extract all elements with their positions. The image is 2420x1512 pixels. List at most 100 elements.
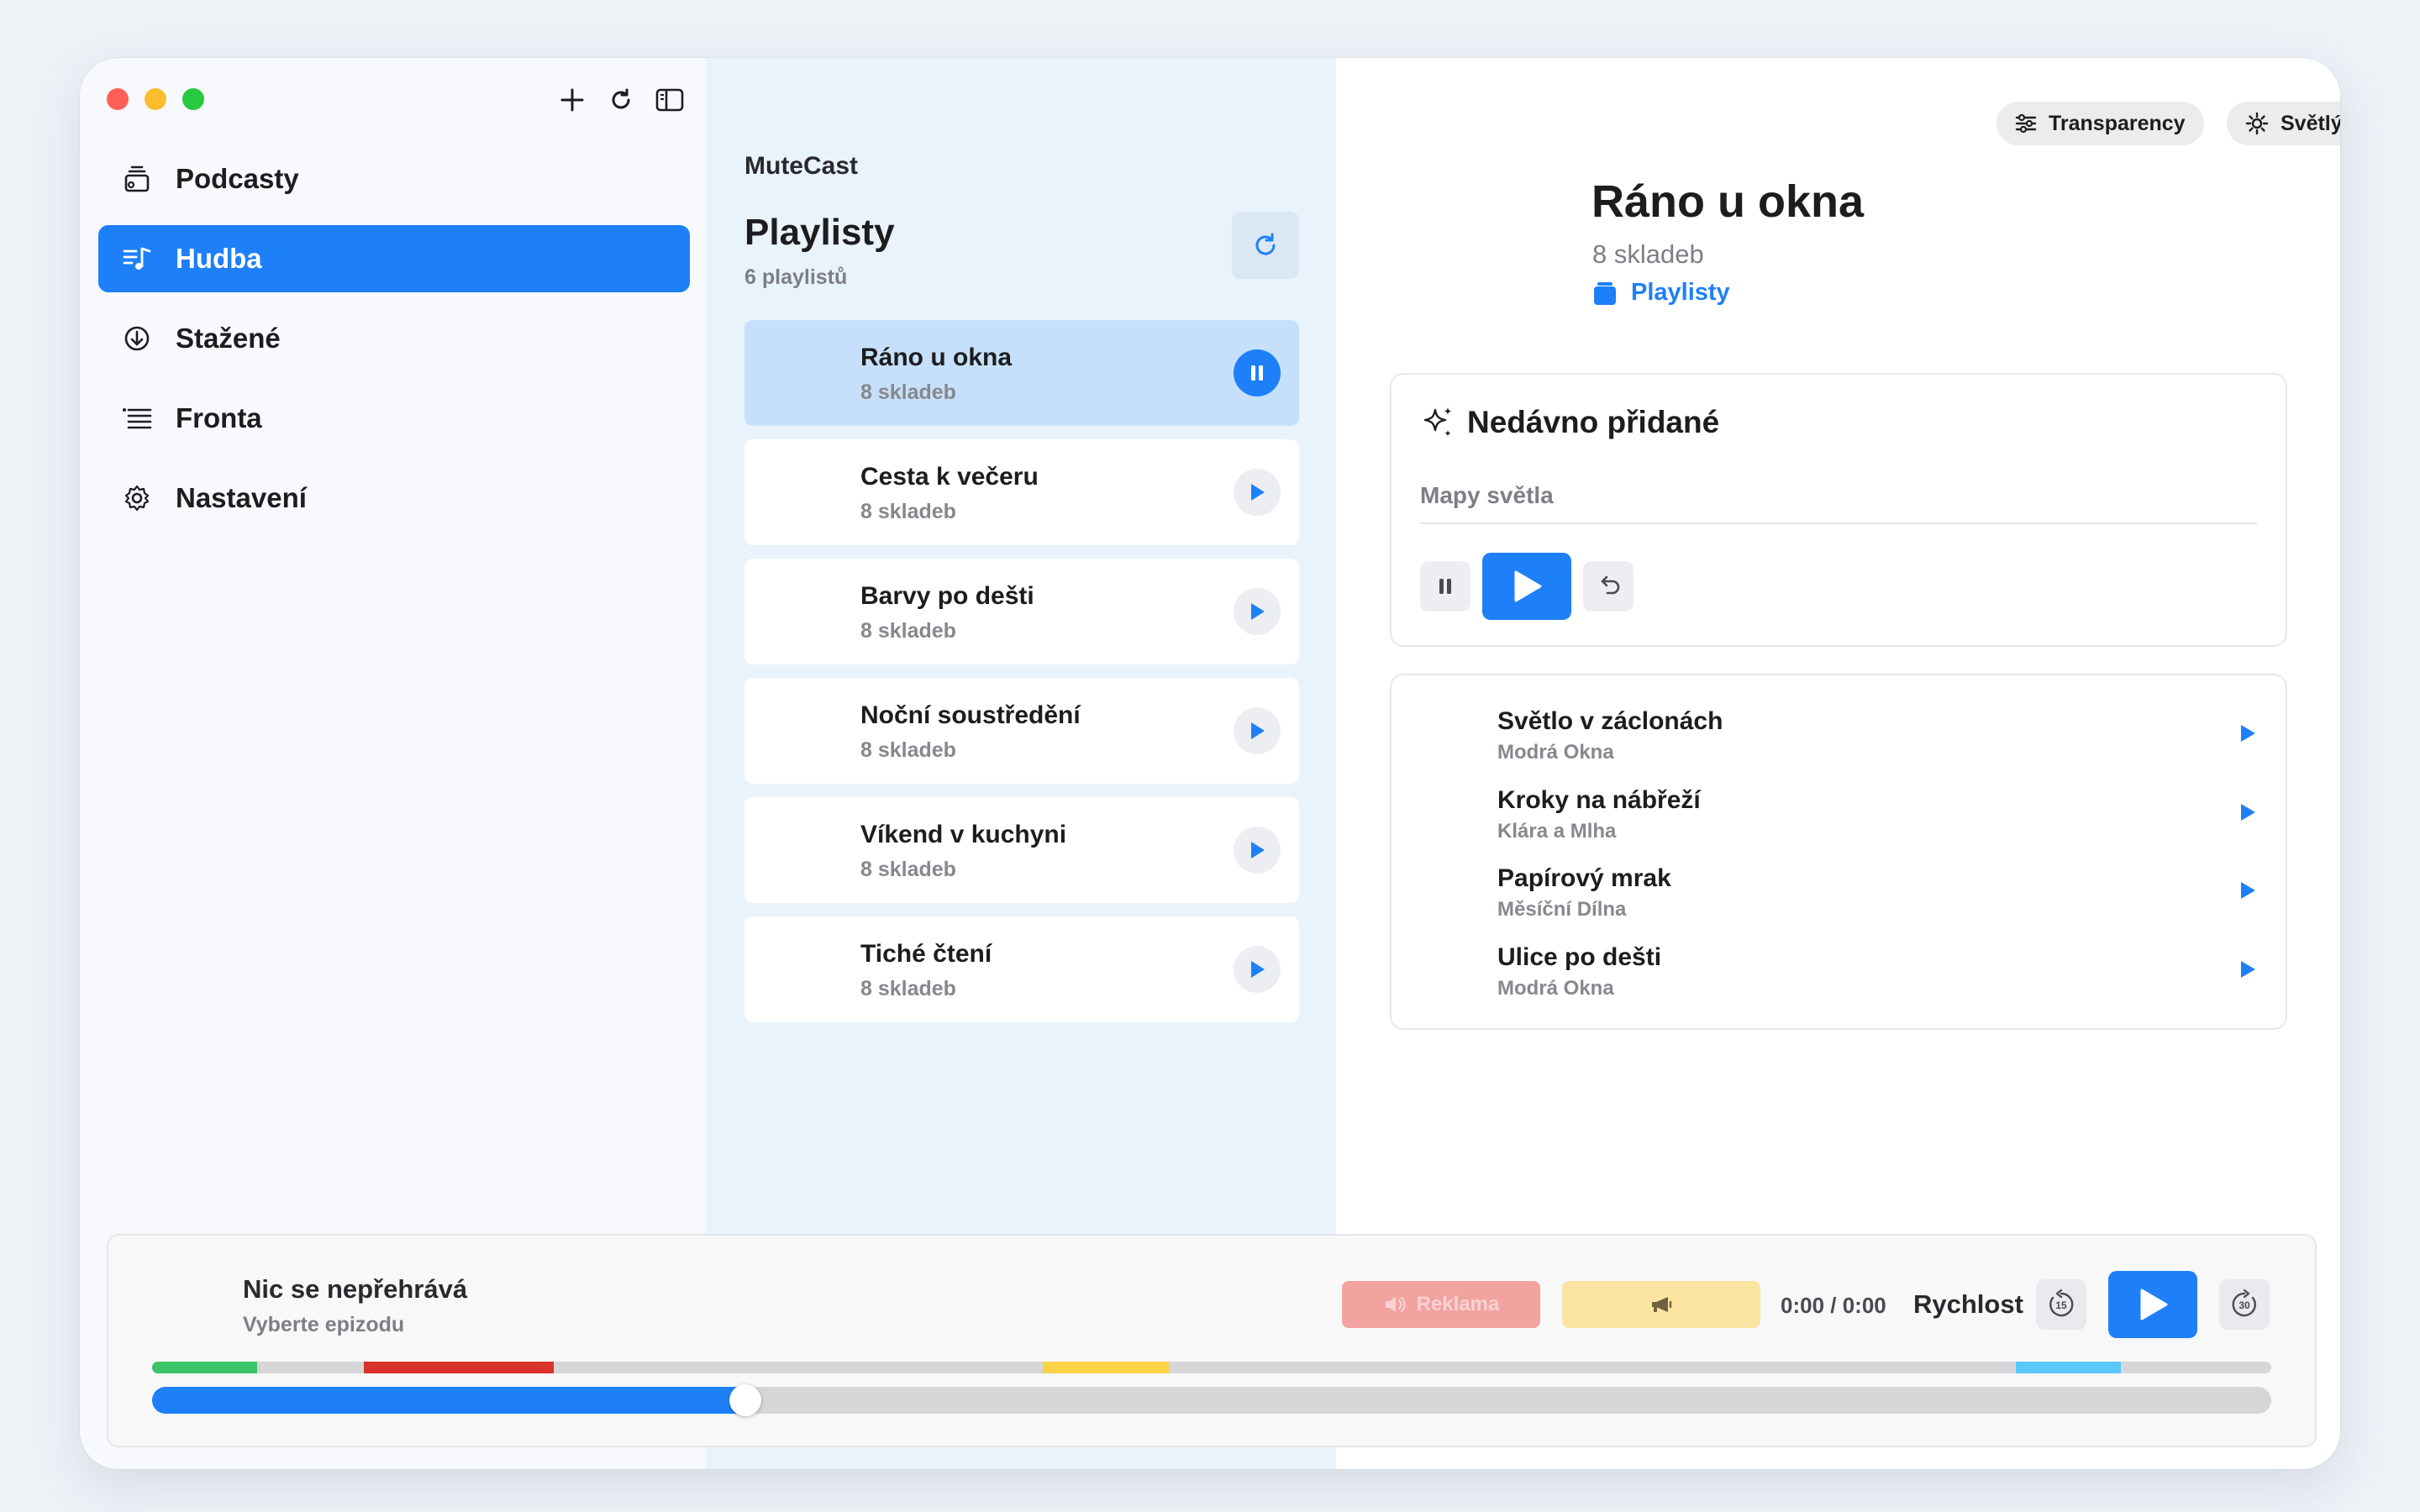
gear-icon — [120, 481, 154, 515]
play-button[interactable] — [1234, 588, 1281, 635]
theme-label: Světlý — [2281, 111, 2340, 135]
play-icon[interactable] — [2235, 721, 2260, 746]
pause-button[interactable] — [1420, 561, 1470, 612]
skip-back-button[interactable]: 15 — [2036, 1279, 2086, 1330]
play-button[interactable] — [1234, 707, 1281, 754]
playlist-track-count: 8 skladeb — [860, 619, 956, 643]
recently-added-heading: Nedávno přidané — [1467, 405, 1720, 439]
play-icon — [1251, 842, 1265, 858]
transparency-label: Transparency — [2049, 111, 2186, 135]
transparency-button[interactable]: Transparency — [1996, 102, 2204, 145]
sidebar-item-hudba[interactable]: Hudba — [98, 225, 690, 292]
play-icon — [1251, 722, 1265, 739]
table-row[interactable]: Kroky na nábřeží Klára a Mlha — [1497, 786, 2260, 865]
list-item[interactable]: Cesta k večeru 8 skladeb — [744, 439, 1299, 545]
playlist-detail-title: Ráno u okna — [1591, 176, 1865, 227]
track-title: Kroky na nábřeží — [1497, 786, 1701, 814]
progress-slider[interactable] — [152, 1384, 2271, 1416]
undo-button[interactable] — [1583, 561, 1634, 612]
zoom-window-button[interactable] — [182, 88, 204, 110]
skip-promo-button[interactable] — [1562, 1281, 1760, 1328]
playback-speed-button[interactable]: Rychlost — [1913, 1289, 2023, 1320]
play-button[interactable] — [1482, 553, 1571, 620]
play-icon[interactable] — [2235, 800, 2260, 825]
sidebar-nav: Podcasty Hudba Stažené Fronta Nastavení — [98, 145, 690, 544]
add-button[interactable] — [555, 83, 589, 117]
list-item[interactable]: Tiché čtení 8 skladeb — [744, 916, 1299, 1022]
sidebar-item-label: Stažené — [176, 323, 281, 354]
list-item[interactable]: Noční soustředění 8 skladeb — [744, 678, 1299, 784]
list-item[interactable]: Víkend v kuchyni 8 skladeb — [744, 797, 1299, 903]
now-playing-title: Nic se nepřehrává — [243, 1274, 468, 1304]
play-icon — [1251, 961, 1265, 978]
divider — [1420, 522, 2257, 524]
sidebar-item-stazene[interactable]: Stažené — [98, 305, 690, 372]
list-item[interactable]: Barvy po dešti 8 skladeb — [744, 559, 1299, 664]
pause-icon — [1439, 579, 1451, 594]
chapter-markers — [152, 1362, 2271, 1373]
playback-time: 0:00 / 0:00 — [1781, 1293, 1886, 1318]
playlist-title: Tiché čtení — [860, 940, 992, 968]
undo-icon — [1601, 575, 1620, 595]
theme-toggle-button[interactable]: Světlý — [2227, 102, 2340, 145]
play-icon[interactable] — [2235, 878, 2260, 903]
playlist-detail-subtitle: 8 skladeb — [1592, 239, 1704, 269]
playlist-track-count: 8 skladeb — [860, 977, 956, 1000]
sparkles-icon — [1423, 407, 1452, 437]
svg-text:30: 30 — [2238, 1299, 2250, 1311]
minimize-window-button[interactable] — [145, 88, 166, 110]
playlist-track-count: 8 skladeb — [860, 858, 956, 881]
table-row[interactable]: Ulice po dešti Modrá Okna — [1497, 943, 2260, 1022]
playlist-list: Ráno u okna 8 skladeb Cesta k večeru 8 s… — [744, 320, 1299, 1036]
podcast-stack-icon — [120, 162, 154, 196]
skip-forward-button[interactable]: 30 — [2219, 1279, 2270, 1330]
skip-back-15-icon: 15 — [2049, 1289, 2074, 1317]
sidebar-toolbar — [555, 83, 687, 117]
track-title: Ulice po dešti — [1497, 943, 1662, 971]
playlists-link[interactable]: Playlisty — [1592, 279, 1730, 307]
playlists-link-label: Playlisty — [1631, 279, 1730, 306]
window-controls — [107, 88, 204, 110]
sidebar-item-label: Fronta — [176, 402, 262, 433]
refresh-button[interactable] — [604, 83, 638, 117]
chapter-segment-red — [364, 1362, 554, 1373]
queue-list-icon — [120, 402, 154, 435]
skip-ad-button[interactable]: Reklama — [1342, 1281, 1540, 1328]
sidebar-item-nastaveni[interactable]: Nastavení — [98, 465, 690, 532]
skip-forward-30-icon: 30 — [2232, 1289, 2256, 1317]
sidebar-item-podcasty[interactable]: Podcasty — [98, 145, 690, 213]
sidebar-item-fronta[interactable]: Fronta — [98, 385, 690, 452]
pause-button[interactable] — [1234, 349, 1281, 396]
toggle-sidebar-button[interactable] — [653, 83, 687, 117]
music-list-icon — [120, 242, 154, 276]
download-circle-icon — [120, 322, 154, 355]
progress-fill — [152, 1387, 746, 1414]
sidebar-item-label: Podcasty — [176, 163, 299, 194]
playlist-title: Noční soustředění — [860, 701, 1081, 729]
progress-thumb[interactable] — [729, 1384, 762, 1416]
recently-added-header: Nedávno přidané — [1420, 405, 1719, 440]
track-artist: Modrá Okna — [1497, 741, 1614, 764]
app-name: MuteCast — [744, 152, 859, 180]
play-icon — [1514, 570, 1542, 602]
list-item[interactable]: Ráno u okna 8 skladeb — [744, 320, 1299, 426]
play-icon[interactable] — [2235, 957, 2260, 982]
play-button[interactable] — [1234, 946, 1281, 993]
playlist-title: Cesta k večeru — [860, 463, 1039, 491]
play-button[interactable] — [1234, 469, 1281, 516]
speaker-icon — [1385, 1296, 1406, 1313]
main-play-button[interactable] — [2108, 1271, 2197, 1338]
recently-added-card: Nedávno přidané Mapy světla — [1390, 373, 2287, 647]
table-row[interactable]: Světlo v záclonách Modrá Okna — [1497, 707, 2260, 786]
play-icon — [2140, 1289, 2168, 1320]
playlist-track-count: 8 skladeb — [860, 738, 956, 762]
player-bar: Nic se nepřehrává Vyberte epizodu Reklam… — [107, 1234, 2317, 1447]
play-button[interactable] — [1234, 827, 1281, 874]
table-row[interactable]: Papírový mrak Měsíční Dílna — [1497, 864, 2260, 943]
playlist-title: Barvy po dešti — [860, 582, 1034, 610]
track-artist: Modrá Okna — [1497, 977, 1614, 1000]
playlist-title: Víkend v kuchyni — [860, 821, 1067, 848]
close-window-button[interactable] — [107, 88, 129, 110]
refresh-playlists-button[interactable] — [1232, 212, 1299, 279]
track-list-card: Světlo v záclonách Modrá Okna Kroky na n… — [1390, 674, 2287, 1030]
